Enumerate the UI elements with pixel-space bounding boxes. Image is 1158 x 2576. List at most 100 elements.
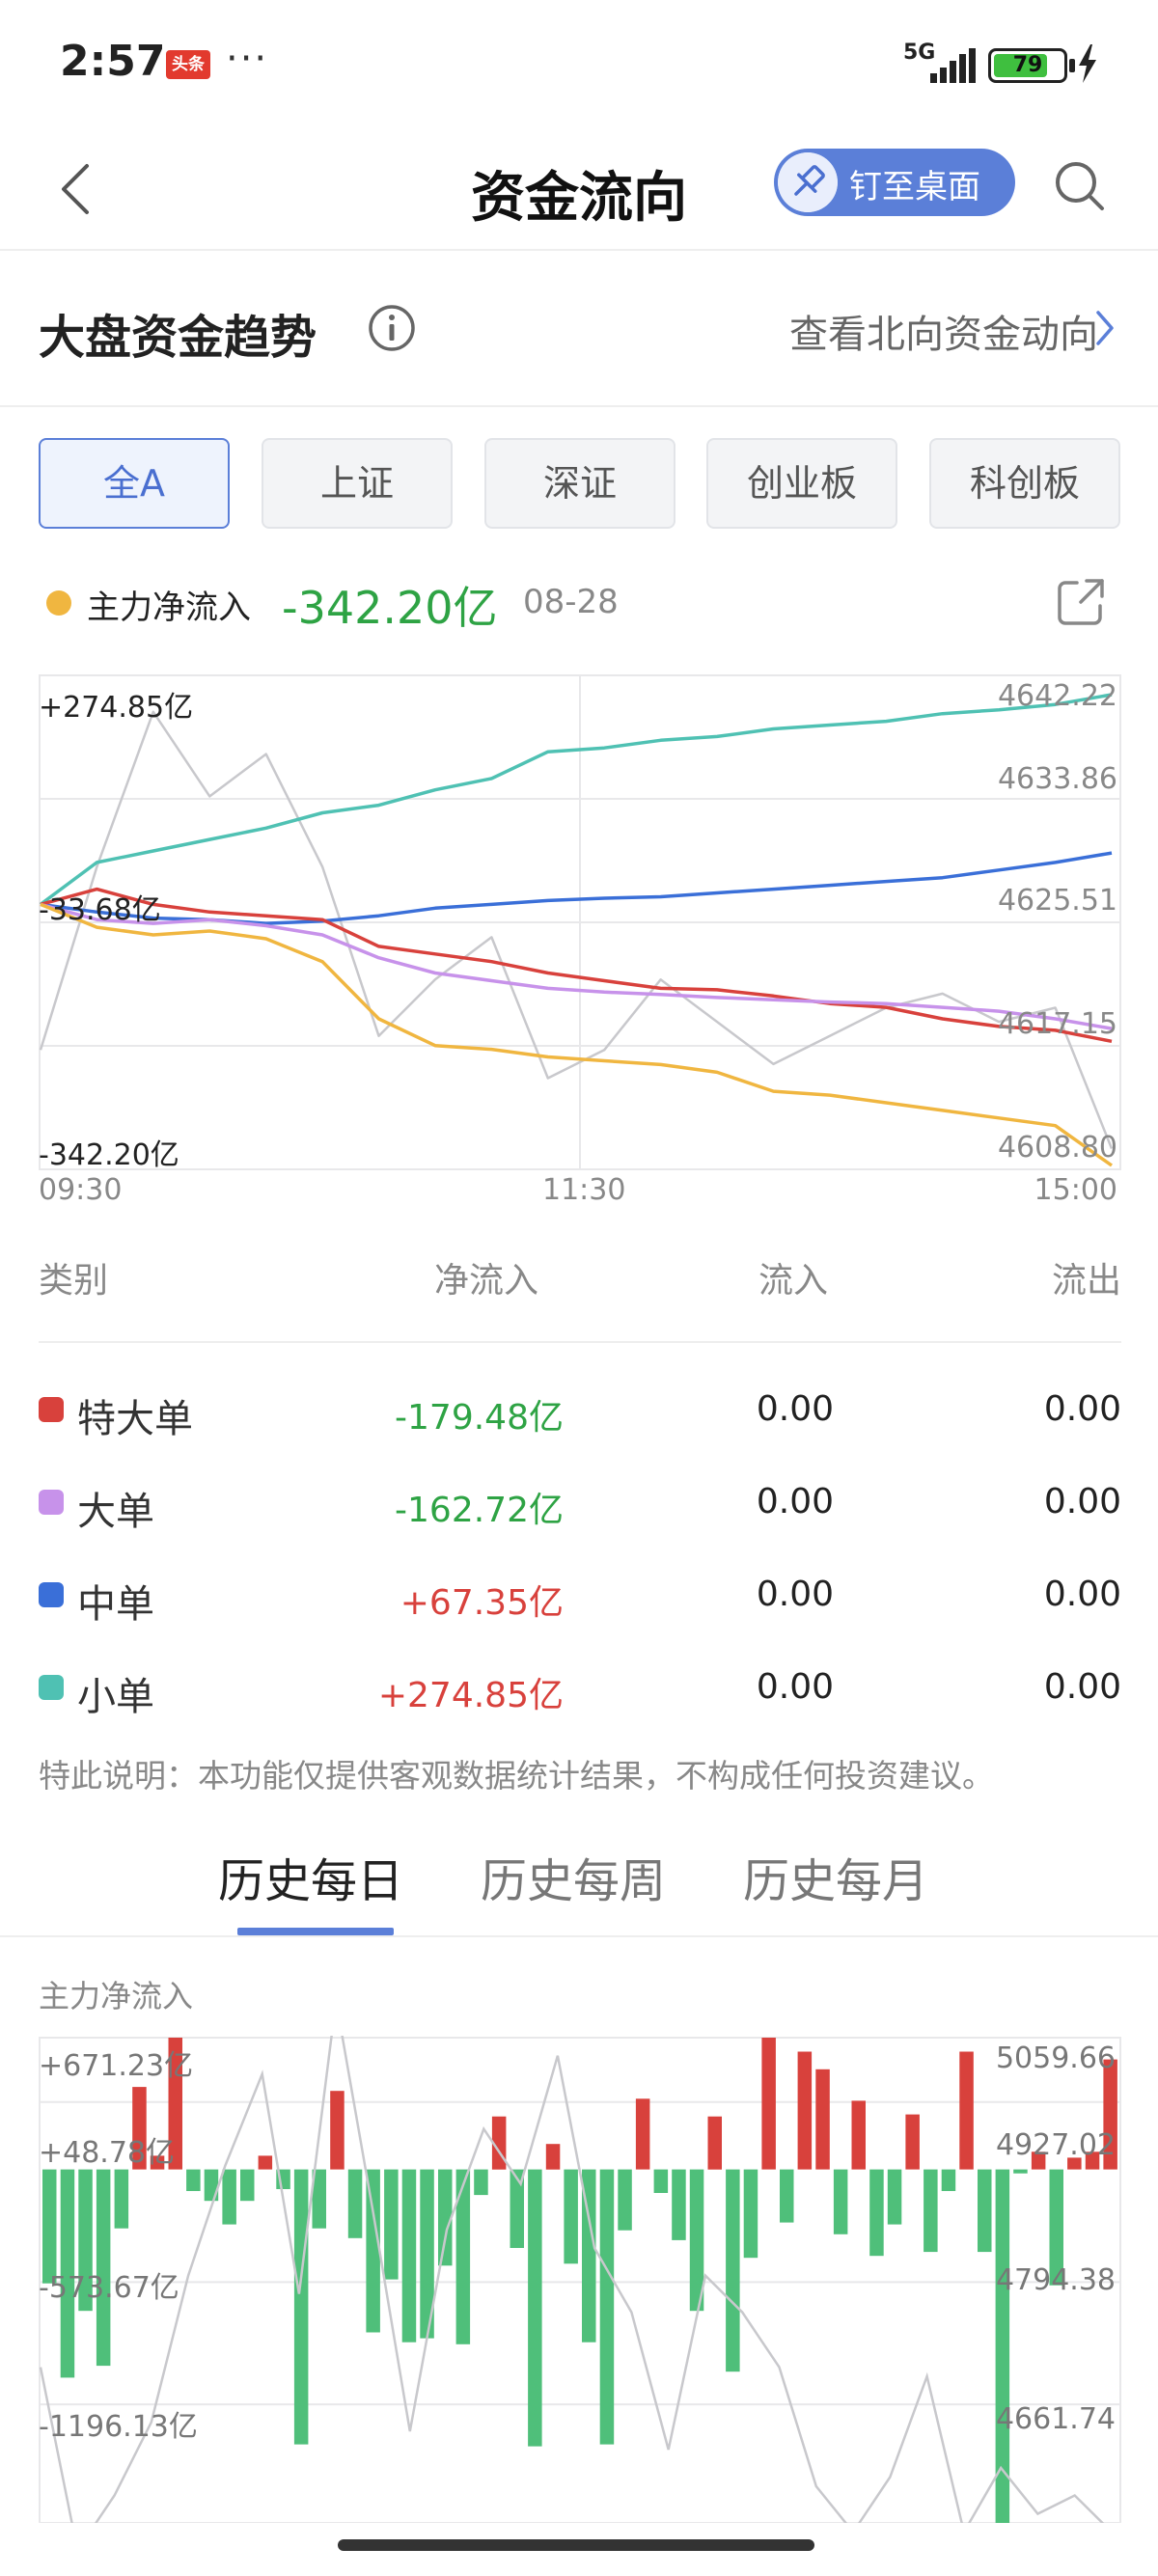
super-large-swatch	[39, 1397, 64, 1422]
bar-11	[240, 2169, 255, 2202]
share-export-icon[interactable]	[1054, 575, 1108, 629]
intraday-chart-canvas	[39, 674, 1121, 1170]
history-chart-title: 主力净流入	[39, 1978, 194, 2014]
large-swatch	[39, 1490, 64, 1515]
market-fund-trend-header: 大盘资金趋势 查看北向资金动向	[0, 253, 1158, 407]
pin-to-desktop-button[interactable]: 钉至桌面	[774, 149, 1015, 216]
daily-main-inflow-bar-chart: +671.23亿 +48.78亿 -573.67亿 -1196.13亿 5059…	[39, 2036, 1121, 2523]
bar-44	[833, 2169, 848, 2234]
tab-history-monthly[interactable]: 历史每月	[743, 1843, 928, 1910]
info-icon[interactable]	[367, 303, 417, 353]
table-row: 小单 +274.85亿 0.00 0.00	[39, 1642, 1121, 1735]
status-time: 2:57	[60, 37, 166, 86]
chevron-right-icon[interactable]	[1092, 309, 1117, 347]
bar-48	[905, 2114, 920, 2170]
header-outflow: 流出	[1051, 1261, 1121, 1301]
bar-54	[1013, 2169, 1028, 2174]
main-inflow-label: 主力净流入	[87, 589, 251, 627]
row-inflow: 0.00	[756, 1389, 834, 1429]
bar-left-axis-label-1: +671.23亿	[39, 2049, 194, 2083]
bar-42	[797, 2051, 813, 2170]
main-inflow-date: 08-28	[523, 583, 619, 621]
main-inflow-legend-dot	[46, 590, 71, 616]
bar-45	[851, 2100, 866, 2170]
home-indicator[interactable]	[338, 2539, 814, 2551]
tab-shanghai[interactable]: 上证	[262, 438, 453, 529]
row-inflow: 0.00	[756, 1482, 834, 1521]
bar-20	[401, 2169, 417, 2343]
bar-35	[672, 2169, 686, 2240]
x-axis-label-open: 09:30	[39, 1173, 123, 1207]
bar-41	[780, 2169, 794, 2223]
tab-shenzhen[interactable]: 深证	[484, 438, 676, 529]
bar-46	[869, 2169, 884, 2257]
table-row: 大单 -162.72亿 0.00 0.00	[39, 1457, 1121, 1549]
right-axis-label-1: 4642.22	[997, 679, 1117, 713]
table-row: 中单 +67.35亿 0.00 0.00	[39, 1549, 1121, 1642]
bar-38	[726, 2169, 740, 2372]
signal-strength-icon	[930, 48, 976, 83]
bar-39	[743, 2169, 758, 2259]
bar-24	[474, 2169, 488, 2196]
row-net-inflow: -179.48亿	[395, 1398, 564, 1438]
battery-tip	[1069, 59, 1075, 72]
bar-left-axis-label-2: +48.78亿	[39, 2136, 176, 2170]
disclaimer-text: 特此说明：本功能仅提供客观数据统计结果，不构成任何投资建议。	[39, 1757, 994, 1795]
bar-28	[545, 2144, 561, 2170]
header-category: 类别	[39, 1261, 109, 1301]
row-outflow: 0.00	[1043, 1667, 1121, 1707]
section-title: 大盘资金趋势	[39, 311, 317, 365]
header-inflow: 流入	[758, 1261, 829, 1301]
main-inflow-value: -342.20亿	[282, 582, 498, 634]
history-tabs: 历史每日 历史每周 历史每月	[0, 1829, 1158, 1937]
bar-right-axis-label-2: 4927.02	[995, 2128, 1116, 2162]
bar-40	[761, 2038, 776, 2170]
table-row: 特大单 -179.48亿 0.00 0.00	[39, 1364, 1121, 1457]
tab-history-weekly[interactable]: 历史每周	[481, 1843, 666, 1910]
bar-52	[978, 2169, 992, 2253]
northbound-fund-link[interactable]: 查看北向资金动向	[789, 303, 1098, 359]
row-outflow: 0.00	[1043, 1575, 1121, 1614]
bar-12	[258, 2155, 273, 2170]
bar-27	[528, 2169, 542, 2447]
series-line-super_large	[40, 887, 1113, 1044]
bar-43	[815, 2069, 830, 2170]
bar-14	[293, 2169, 309, 2445]
bar-right-axis-label-3: 4794.38	[995, 2263, 1116, 2297]
right-axis-label-5: 4608.80	[997, 1131, 1117, 1165]
more-notifications-icon: ···	[226, 37, 269, 81]
medium-swatch	[39, 1582, 64, 1607]
search-icon[interactable]	[1052, 158, 1106, 212]
bar-chart-frame	[39, 2037, 1121, 2523]
left-axis-label-mid: -33.68亿	[39, 893, 161, 927]
main-net-inflow: 主力净流入 -342.20亿 08-28	[39, 573, 1121, 634]
tab-all-a[interactable]: 全A	[39, 438, 230, 529]
bar-17	[347, 2169, 363, 2238]
row-outflow: 0.00	[1043, 1389, 1121, 1429]
row-inflow: 0.00	[756, 1575, 834, 1614]
series-line-main	[40, 902, 1114, 1167]
market-tabs: 全A 上证 深证 创业板 科创板	[39, 438, 1121, 531]
pin-label: 钉至桌面	[849, 168, 980, 206]
bar-50	[941, 2169, 956, 2191]
left-axis-label-bottom: -342.20亿	[39, 1138, 179, 1172]
table-header: 类别 净流入 流入 流出	[39, 1245, 1121, 1343]
tab-history-daily[interactable]: 历史每日	[218, 1843, 403, 1910]
charging-bolt-icon	[1079, 44, 1096, 83]
tab-star-market[interactable]: 科创板	[929, 438, 1120, 529]
bar-right-axis-label-1: 5059.66	[995, 2042, 1116, 2075]
bar-10	[222, 2169, 236, 2225]
toutiao-badge-icon: 头条	[166, 50, 210, 79]
x-axis-label-close: 15:00	[1034, 1173, 1117, 1207]
bar-32	[618, 2169, 632, 2231]
bar-left-axis-label-4: -1196.13亿	[39, 2410, 198, 2444]
x-axis-label-noon: 11:30	[542, 1173, 626, 1207]
intraday-fund-flow-chart: +274.85亿 -33.68亿 -342.20亿 4642.22 4633.8…	[39, 671, 1121, 1207]
row-name: 中单	[77, 1582, 154, 1627]
history-chart-canvas	[39, 2036, 1121, 2523]
right-axis-label-2: 4633.86	[997, 762, 1117, 796]
bar-8	[186, 2169, 201, 2191]
row-name: 特大单	[77, 1397, 193, 1441]
tab-chinext[interactable]: 创业板	[706, 438, 897, 529]
row-name: 小单	[77, 1675, 154, 1719]
